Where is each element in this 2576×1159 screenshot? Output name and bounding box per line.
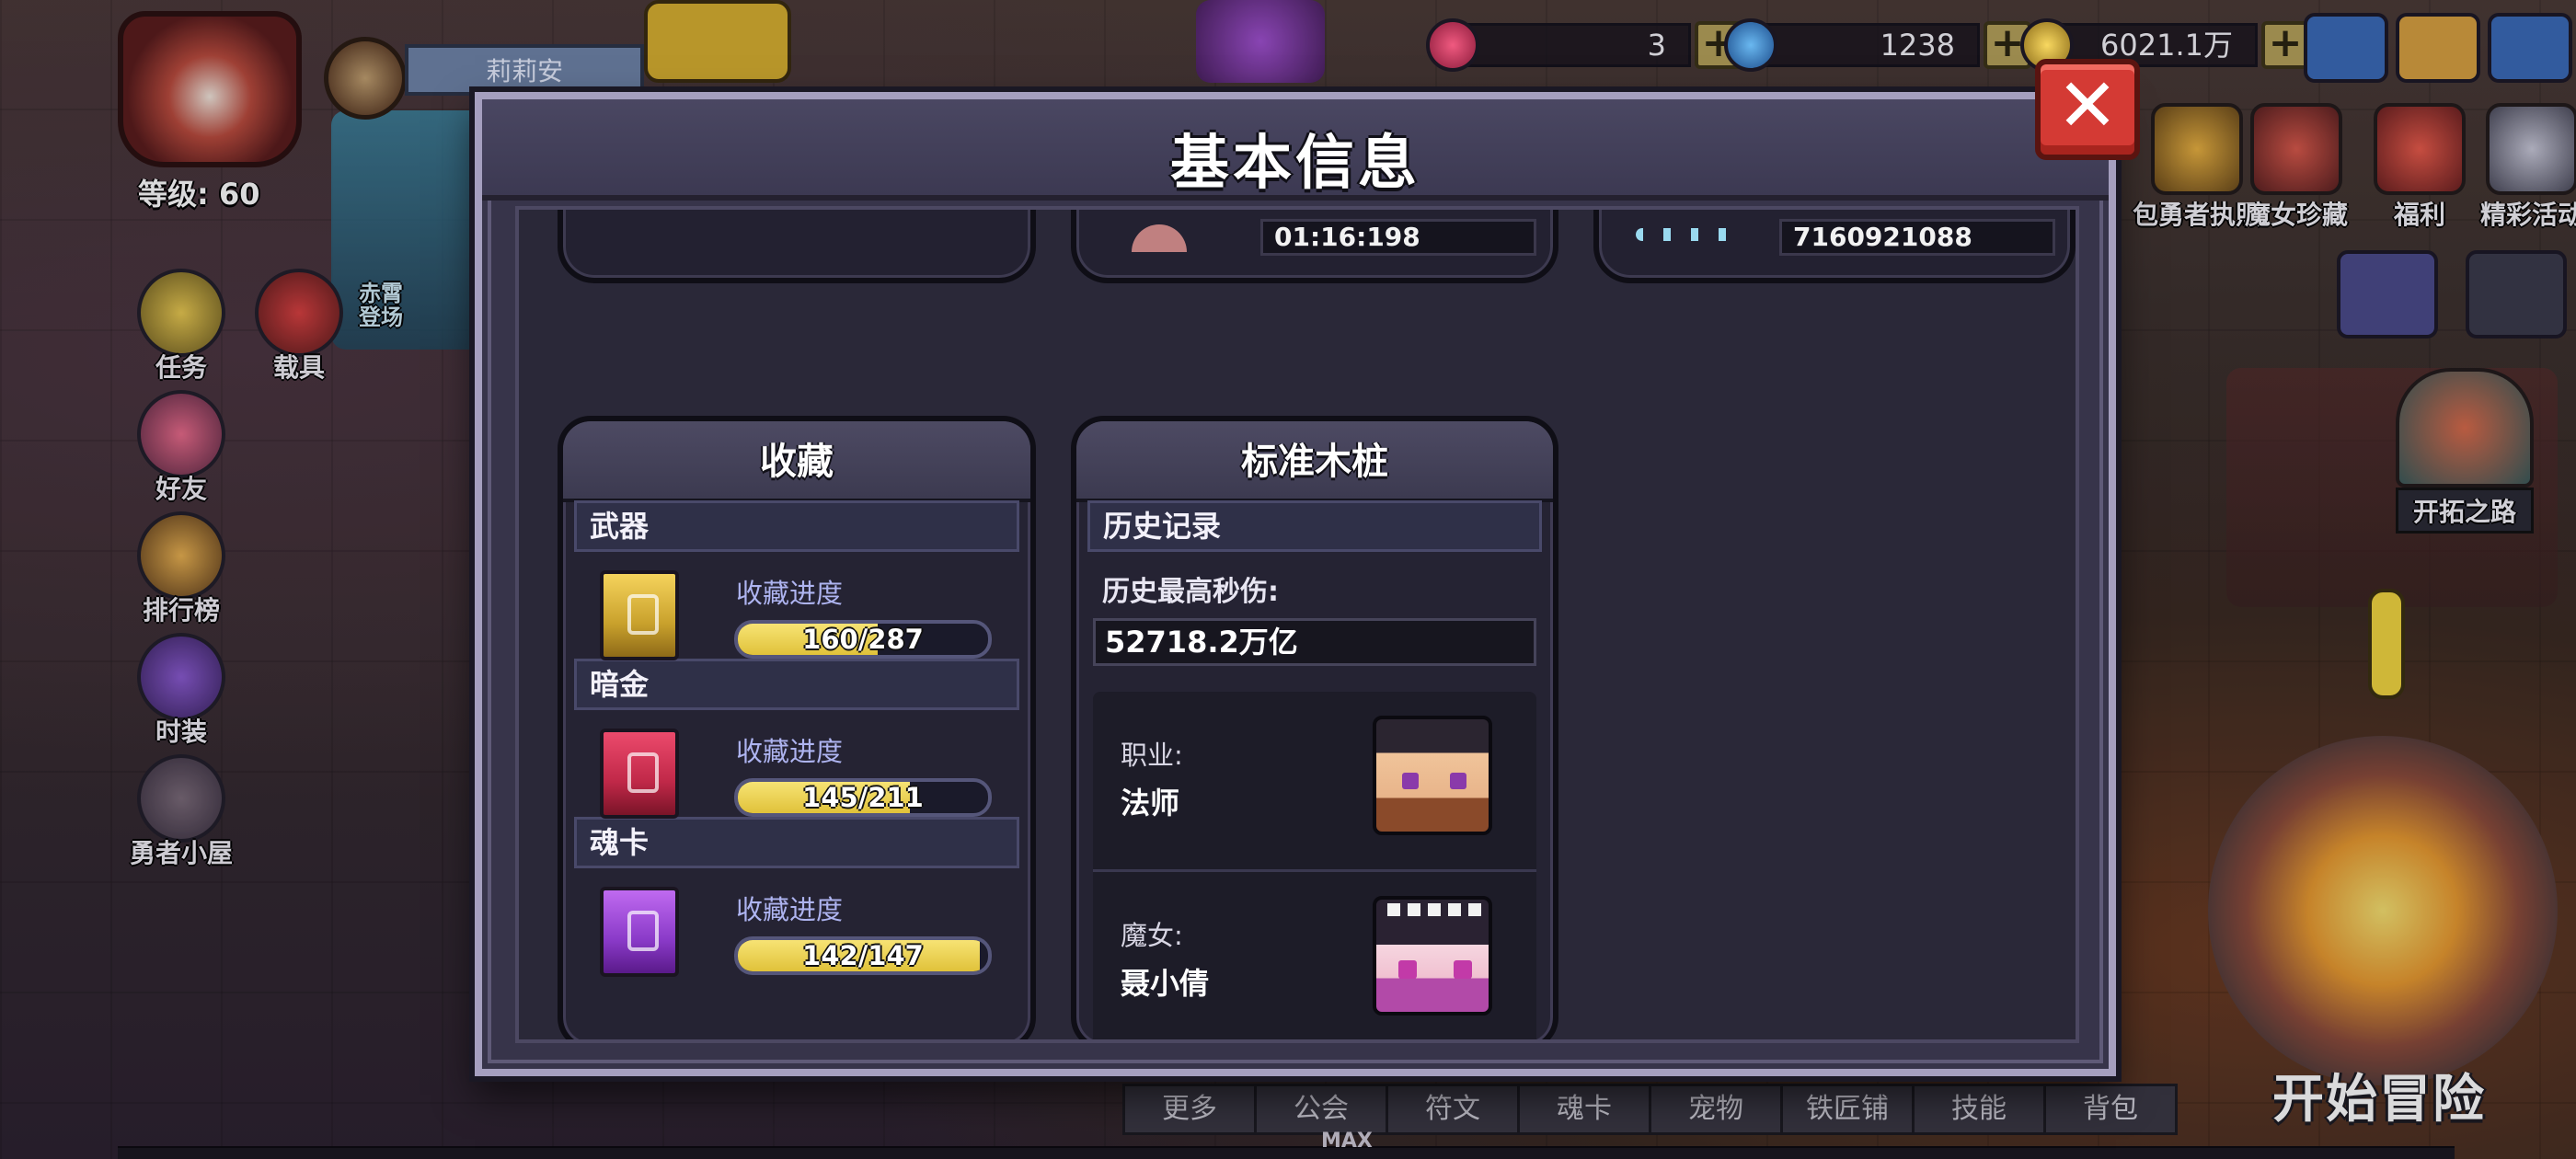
witch-value: 聂小倩 (1121, 966, 1210, 1001)
collection-progress-label: 收藏进度 (736, 894, 844, 925)
player-id-value: 7160921088 (1779, 219, 2055, 256)
darkgold-progress-bar: 145/211 (734, 778, 992, 817)
close-icon[interactable]: ✕ (2035, 59, 2140, 160)
witch-row: 魔女: 聂小倩 (1093, 869, 1536, 1039)
darkgold-book-icon (600, 729, 679, 819)
dialog-scroll-area[interactable]: 01:16:198 7160921088 收藏 武器 收藏进度 160/287 … (515, 206, 2079, 1043)
time-value: 01:16:198 (1260, 219, 1536, 256)
soulcard-progress-bar: 142/147 (734, 936, 992, 975)
card-thumbnail (1132, 224, 1187, 252)
collection-progress-label: 收藏进度 (736, 578, 844, 609)
build-info-box: 职业: 法师 魔女: 聂小倩 (1093, 692, 1536, 1039)
witch-portrait-icon[interactable] (1373, 896, 1492, 1016)
history-header: 历史记录 (1087, 500, 1542, 552)
training-dummy-title: 标准木桩 (1076, 421, 1553, 502)
soulcard-progress-text: 142/147 (802, 940, 924, 971)
class-label: 职业: (1121, 740, 1183, 771)
card-thumbnail-right (1636, 228, 1746, 241)
darkgold-progress-text: 145/211 (802, 782, 924, 813)
stats-card-left (558, 210, 1036, 283)
witch-label: 魔女: (1121, 920, 1183, 951)
weapon-progress-bar: 160/287 (734, 620, 992, 659)
collection-darkgold-row[interactable]: 收藏进度 145/211 (563, 710, 1030, 848)
stats-card-right: 7160921088 (1593, 210, 2076, 283)
collection-soulcard-row[interactable]: 收藏进度 142/147 (563, 868, 1030, 1006)
soulcard-book-icon (600, 887, 679, 977)
training-dummy-panel: 标准木桩 历史记录 历史最高秒伤: 52718.2万亿 职业: 法师 魔女: 聂… (1071, 416, 1558, 1039)
diamond-icon (1724, 18, 1777, 72)
dialog-header: 基本信息 (482, 99, 2109, 201)
max-dps-label: 历史最高秒伤: (1102, 576, 1279, 608)
max-dps-value: 52718.2万亿 (1093, 618, 1536, 666)
weapon-progress-text: 160/287 (802, 624, 924, 655)
basic-info-dialog: 基本信息 01:16:198 7160921088 收藏 武器 收藏进度 160… (475, 92, 2116, 1076)
dialog-title: 基本信息 (1170, 130, 1420, 198)
collection-title: 收藏 (563, 421, 1030, 502)
collection-weapon-header: 武器 (574, 500, 1019, 552)
weapon-book-icon (600, 570, 679, 660)
mage-portrait-icon[interactable] (1373, 716, 1492, 835)
collection-weapon-row[interactable]: 收藏进度 160/287 (563, 552, 1030, 690)
class-row: 职业: 法师 (1093, 692, 1536, 869)
gem-icon (1426, 18, 1479, 72)
collection-progress-label: 收藏进度 (736, 736, 844, 767)
stats-card-middle: 01:16:198 (1071, 210, 1558, 283)
collection-panel: 收藏 武器 收藏进度 160/287 暗金 收藏进度 145/211 魂卡 收藏… (558, 416, 1036, 1039)
class-value: 法师 (1121, 786, 1180, 820)
